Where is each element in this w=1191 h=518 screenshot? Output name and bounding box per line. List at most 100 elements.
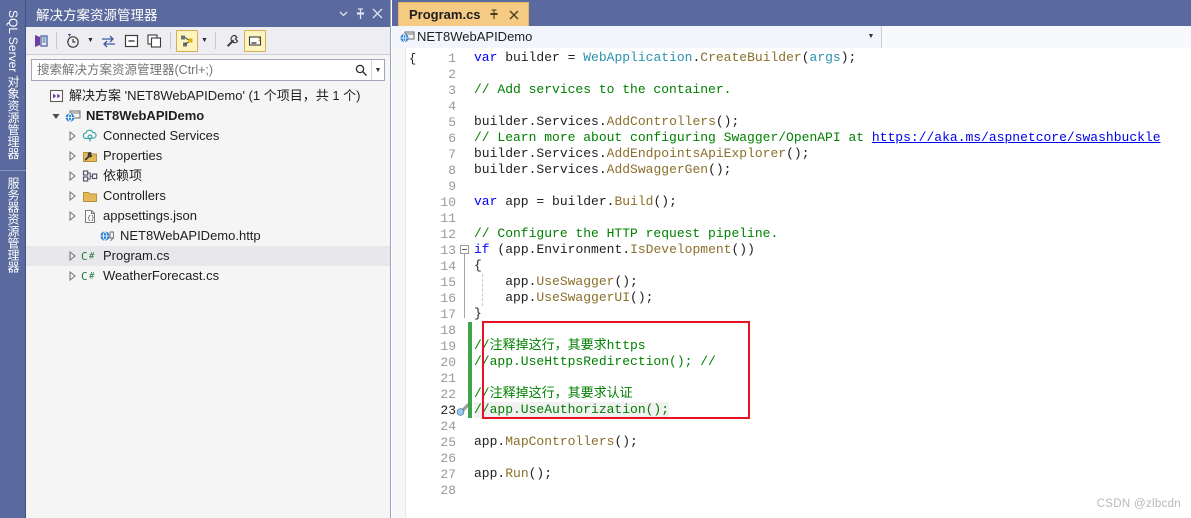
- code-line[interactable]: 3 // Add services to the container.: [392, 82, 1191, 98]
- close-icon[interactable]: [369, 4, 386, 23]
- code-line[interactable]: 25 app.MapControllers();: [392, 434, 1191, 450]
- collapse-region-icon[interactable]: [460, 245, 469, 254]
- tree-item-net8webapidemo.http[interactable]: NET8WebAPIDemo.http: [26, 226, 390, 246]
- show-all-files-icon[interactable]: [143, 30, 165, 52]
- line-number: 13: [440, 242, 456, 258]
- code-text[interactable]: var app = builder.Build();: [474, 194, 677, 210]
- tree-item-controllers[interactable]: Controllers: [26, 186, 390, 206]
- collapse-all-icon[interactable]: [120, 30, 142, 52]
- code-editor-surface[interactable]: { 1 var builder = WebApplication.CreateBu…: [392, 48, 1191, 518]
- code-line[interactable]: 5 builder.Services.AddControllers();: [392, 114, 1191, 130]
- code-line[interactable]: 19 //注释掉这行，其要求https: [392, 338, 1191, 354]
- code-line[interactable]: 13 if (app.Environment.IsDevelopment()): [392, 242, 1191, 258]
- expander-closed-icon[interactable]: [65, 186, 80, 206]
- expander-closed-icon[interactable]: [65, 206, 80, 226]
- code-text[interactable]: //app.UseAuthorization();: [474, 402, 670, 418]
- code-line[interactable]: 23 //app.UseAuthorization();: [392, 402, 1191, 418]
- pin-icon[interactable]: [352, 4, 369, 23]
- code-text[interactable]: builder.Services.AddEndpointsApiExplorer…: [474, 146, 810, 162]
- code-text[interactable]: // Configure the HTTP request pipeline.: [474, 226, 778, 242]
- code-text[interactable]: //app.UseHttpsRedirection(); //: [474, 354, 716, 370]
- code-text[interactable]: app.MapControllers();: [474, 434, 638, 450]
- code-line[interactable]: 6 // Learn more about configuring Swagger…: [392, 130, 1191, 146]
- home-icon[interactable]: [29, 30, 51, 52]
- code-text[interactable]: app.UseSwagger();: [474, 274, 638, 290]
- expander-closed-icon[interactable]: [65, 266, 80, 286]
- code-text[interactable]: //注释掉这行，其要求认证: [474, 386, 633, 402]
- code-line[interactable]: 8 builder.Services.AddSwaggerGen();: [392, 162, 1191, 178]
- tree-item-connected-services[interactable]: Connected Services: [26, 126, 390, 146]
- tab-pin-icon[interactable]: [488, 7, 501, 23]
- search-box[interactable]: ▼: [31, 59, 385, 81]
- tree-item-[interactable]: 依赖项: [26, 166, 390, 186]
- sync-with-active-document-icon[interactable]: [97, 30, 119, 52]
- code-text[interactable]: // Learn more about configuring Swagger/…: [474, 130, 1161, 146]
- view-designer-dropdown-icon[interactable]: ▼: [199, 30, 210, 52]
- panel-dropdown-icon[interactable]: [335, 4, 352, 23]
- code-line[interactable]: 17}: [392, 306, 1191, 322]
- code-text[interactable]: app.UseSwaggerUI();: [474, 290, 653, 306]
- code-line[interactable]: 10 var app = builder.Build();: [392, 194, 1191, 210]
- tab-close-icon[interactable]: [508, 7, 521, 23]
- search-dropdown-icon[interactable]: ▼: [371, 60, 384, 80]
- tree-item-label: Program.cs: [103, 248, 170, 263]
- navbar-members-dropdown[interactable]: [882, 25, 1191, 48]
- pending-changes-clock-icon[interactable]: [62, 30, 84, 52]
- code-line[interactable]: 20 //app.UseHttpsRedirection(); //: [392, 354, 1191, 370]
- code-text[interactable]: app.Run();: [474, 466, 552, 482]
- code-text[interactable]: if (app.Environment.IsDevelopment()): [474, 242, 755, 258]
- code-line[interactable]: 15 app.UseSwagger();: [392, 274, 1191, 290]
- code-text[interactable]: builder.Services.AddControllers();: [474, 114, 739, 130]
- code-text[interactable]: //注释掉这行，其要求https: [474, 338, 646, 354]
- quick-actions-screwdriver-icon[interactable]: [454, 403, 470, 417]
- tree-item-net8webapidemo[interactable]: NET8WebAPIDemo: [26, 106, 390, 126]
- code-text[interactable]: {: [474, 258, 482, 274]
- tree-item-program.cs[interactable]: C # Program.cs: [26, 246, 390, 266]
- code-line[interactable]: 12 // Configure the HTTP request pipeline…: [392, 226, 1191, 242]
- line-number: 21: [440, 370, 456, 386]
- code-text[interactable]: builder.Services.AddSwaggerGen();: [474, 162, 731, 178]
- tab-program-cs[interactable]: Program.cs: [398, 2, 529, 26]
- properties-wrench-icon[interactable]: [221, 30, 243, 52]
- sql-server-object-explorer-tab[interactable]: SQL Server 对象资源管理器: [0, 4, 26, 170]
- code-token: // Learn more about configuring Swagger/…: [474, 130, 872, 145]
- expander-open-icon[interactable]: [48, 106, 63, 126]
- code-line[interactable]: 22 //注释掉这行，其要求认证: [392, 386, 1191, 402]
- expander-closed-icon[interactable]: [65, 166, 80, 186]
- code-line[interactable]: 26: [392, 450, 1191, 466]
- code-line[interactable]: 9: [392, 178, 1191, 194]
- tree-item-properties[interactable]: Properties: [26, 146, 390, 166]
- code-hyperlink[interactable]: https://aka.ms/aspnetcore/swashbuckle: [872, 130, 1161, 145]
- code-line[interactable]: 18: [392, 322, 1191, 338]
- preview-selected-items-icon[interactable]: [244, 29, 266, 52]
- pending-changes-dropdown-icon[interactable]: ▼: [85, 30, 96, 52]
- solution-explorer-panel: 解决方案资源管理器 ▼ ▼ 搜索解决方案资源管理器(Ctrl+;) ▼ 解决方案…: [26, 0, 391, 518]
- code-line[interactable]: 7 builder.Services.AddEndpointsApiExplore…: [392, 146, 1191, 162]
- code-line[interactable]: 2: [392, 66, 1191, 82]
- code-line[interactable]: 21: [392, 370, 1191, 386]
- code-line[interactable]: 28: [392, 482, 1191, 498]
- code-token: ();: [653, 194, 677, 209]
- expander-closed-icon[interactable]: [65, 146, 80, 166]
- tree-item-net8webapidemo-1-1[interactable]: 解决方案 'NET8WebAPIDemo' (1 个项目，共 1 个): [26, 86, 390, 106]
- expander-closed-icon[interactable]: [65, 126, 80, 146]
- code-line[interactable]: 24: [392, 418, 1191, 434]
- search-input[interactable]: [32, 60, 351, 80]
- code-line[interactable]: 16 app.UseSwaggerUI();: [392, 290, 1191, 306]
- code-line[interactable]: 14 {: [392, 258, 1191, 274]
- code-text[interactable]: // Add services to the container.: [474, 82, 731, 98]
- code-text[interactable]: var builder = WebApplication.CreateBuild…: [474, 50, 856, 66]
- view-designer-icon[interactable]: [176, 29, 198, 52]
- code-line[interactable]: 11: [392, 210, 1191, 226]
- code-line[interactable]: 1 var builder = WebApplication.CreateBuil…: [392, 50, 1191, 66]
- tree-item-weatherforecast.cs[interactable]: C # WeatherForecast.cs: [26, 266, 390, 286]
- code-line[interactable]: 27 app.Run();: [392, 466, 1191, 482]
- server-explorer-tab[interactable]: 服务器资源管理器: [0, 169, 26, 283]
- navbar-project-dropdown[interactable]: NET8WebAPIDemo ▼: [392, 25, 882, 48]
- code-text[interactable]: }: [474, 306, 482, 322]
- tree-item-appsettings.json[interactable]: {} appsettings.json: [26, 206, 390, 226]
- search-icon[interactable]: [351, 60, 371, 80]
- chevron-down-icon[interactable]: ▼: [863, 33, 879, 40]
- code-line[interactable]: 4: [392, 98, 1191, 114]
- expander-closed-icon[interactable]: [65, 246, 80, 266]
